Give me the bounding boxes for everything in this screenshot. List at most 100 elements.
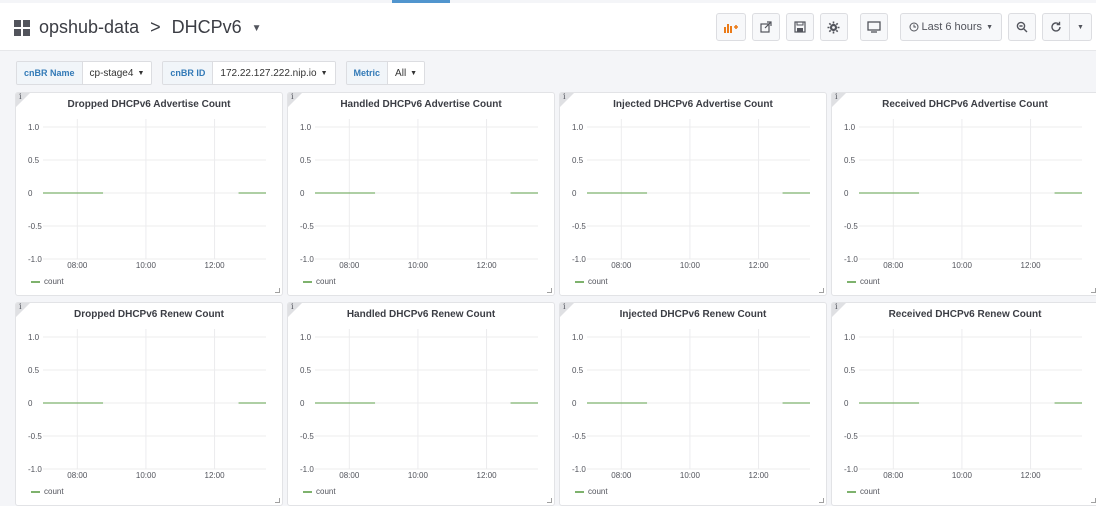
y-tick-label: 1.0: [28, 333, 40, 342]
variable-cnbr-name[interactable]: cnBR Name cp-stage4 ▼: [16, 61, 153, 85]
y-tick-label: -1.0: [572, 465, 586, 474]
y-tick-label: 1.0: [844, 123, 856, 132]
variable-label: Metric: [346, 62, 389, 84]
legend-swatch: [31, 280, 40, 283]
legend-swatch: [303, 490, 312, 493]
refresh-interval-button[interactable]: ▼: [1070, 13, 1092, 41]
y-tick-label: 0: [300, 189, 305, 198]
legend-label[interactable]: count: [860, 487, 880, 496]
caret-down-icon: ▼: [137, 69, 145, 77]
panel-resize-handle[interactable]: [819, 288, 824, 293]
y-tick-label: -1.0: [28, 465, 42, 474]
graph-plot[interactable]: 1.0 0.5 0 -0.5 -1.0 08:00 10:00 12:00: [288, 303, 555, 487]
variable-metric[interactable]: Metric All ▼: [345, 61, 426, 85]
variable-dropdown[interactable]: cp-stage4 ▼: [82, 62, 152, 84]
x-tick-label: 08:00: [883, 261, 904, 270]
caret-down-icon[interactable]: ▼: [252, 23, 262, 34]
graph-panel[interactable]: i Handled DHCPv6 Advertise Count 1.0 0.5 0 -0…: [287, 92, 555, 296]
legend-label[interactable]: count: [588, 487, 608, 496]
tv-mode-button[interactable]: [859, 13, 888, 41]
panel-resize-handle[interactable]: [819, 498, 824, 503]
legend-label[interactable]: count: [44, 487, 64, 496]
x-tick-label: 12:00: [477, 471, 498, 480]
legend-label[interactable]: count: [316, 487, 336, 496]
y-tick-label: 0: [300, 399, 305, 408]
save-icon: [793, 21, 806, 33]
y-tick-label: 0: [572, 189, 577, 198]
y-tick-label: 1.0: [572, 123, 584, 132]
graph-plot[interactable]: 1.0 0.5 0 -0.5 -1.0 08:00 10:00 12:00: [560, 303, 827, 487]
add-panel-button[interactable]: [715, 13, 746, 41]
save-button[interactable]: [785, 13, 814, 41]
x-tick-label: 12:00: [1021, 261, 1042, 270]
y-tick-label: 0: [28, 399, 33, 408]
graph-panel[interactable]: i Handled DHCPv6 Renew Count 1.0 0.5 0 -0.5 -1…: [287, 302, 555, 506]
dashboard-title[interactable]: DHCPv6: [172, 17, 242, 37]
graph-panel[interactable]: i Injected DHCPv6 Advertise Count 1.0 0.5 0-…: [559, 92, 827, 296]
y-tick-label: -0.5: [28, 432, 42, 441]
legend-label[interactable]: count: [588, 277, 608, 286]
refresh-icon: [1051, 21, 1061, 32]
dashboards-grid-icon[interactable]: [14, 19, 30, 36]
graph-panel[interactable]: i Dropped DHCPv6 Renew Count 1.0 0.5 0 -0.5 -1…: [15, 302, 283, 506]
zoom-out-button[interactable]: [1008, 13, 1036, 41]
y-tick-label: -1.0: [300, 465, 314, 474]
graph-panel[interactable]: i Received DHCPv6 Advertise Count 1.0 0.5 0-…: [831, 92, 1096, 296]
caret-down-icon: ▼: [320, 69, 328, 77]
legend-label[interactable]: count: [860, 277, 880, 286]
refresh-button[interactable]: [1042, 13, 1070, 41]
y-tick-label: -0.5: [300, 432, 314, 441]
graph-plot[interactable]: 1.0 0.5 0 -0.5 -1.0 08:00 10:00 12:00: [288, 93, 555, 277]
y-tick-label: -0.5: [572, 222, 586, 231]
x-tick-label: 08:00: [339, 471, 360, 480]
graph-plot[interactable]: 1.0 0.5 0 -0.5 -1.0 08:00 10:00 12:00: [16, 93, 283, 277]
x-tick-label: 10:00: [136, 471, 157, 480]
time-range-picker[interactable]: Last 6 hours ▼: [899, 13, 1002, 41]
x-tick-label: 12:00: [477, 261, 498, 270]
graph-panel[interactable]: i Injected DHCPv6 Renew Count 1.0 0.5 0 -0.5-…: [559, 302, 827, 506]
panel-resize-handle[interactable]: [275, 288, 280, 293]
graph-plot[interactable]: 1.0 0.5 0 -0.5 -1.0 08:00 10:00 12:00: [832, 303, 1096, 487]
legend[interactable]: count: [31, 487, 64, 496]
x-tick-label: 10:00: [408, 471, 429, 480]
y-tick-label: 0: [572, 399, 577, 408]
dashboard-breadcrumb[interactable]: opshub-data > DHCPv6 ▼: [14, 17, 262, 38]
legend-label[interactable]: count: [44, 277, 64, 286]
y-tick-label: 0.5: [300, 366, 312, 375]
y-tick-label: 0: [844, 399, 849, 408]
legend[interactable]: count: [575, 277, 608, 286]
legend[interactable]: count: [303, 277, 336, 286]
settings-button[interactable]: [819, 13, 848, 41]
graph-panel[interactable]: i Received DHCPv6 Renew Count 1.0 0.5 0 -0.5-…: [831, 302, 1096, 506]
x-tick-label: 08:00: [67, 471, 88, 480]
share-button[interactable]: [751, 13, 780, 41]
legend[interactable]: count: [575, 487, 608, 496]
x-tick-label: 08:00: [883, 471, 904, 480]
panel-resize-handle[interactable]: [275, 498, 280, 503]
breadcrumb-separator: >: [150, 17, 161, 37]
y-tick-label: 0: [844, 189, 849, 198]
panel-resize-handle[interactable]: [547, 288, 552, 293]
legend-swatch: [303, 280, 312, 283]
panel-resize-handle[interactable]: [547, 498, 552, 503]
variable-dropdown[interactable]: All ▼: [388, 62, 425, 84]
legend[interactable]: count: [31, 277, 64, 286]
x-tick-label: 10:00: [408, 261, 429, 270]
legend-label[interactable]: count: [316, 277, 336, 286]
variable-cnbr-id[interactable]: cnBR ID 172.22.127.222.nip.io ▼: [162, 61, 336, 85]
graph-plot[interactable]: 1.0 0.5 0 -0.5 -1.0 08:00 10:00 12:00: [16, 303, 283, 487]
variable-dropdown[interactable]: 172.22.127.222.nip.io ▼: [213, 62, 335, 84]
legend[interactable]: count: [847, 277, 880, 286]
graph-panel[interactable]: i Dropped DHCPv6 Advertise Count 1.0 0.5 0 -0…: [15, 92, 283, 296]
legend[interactable]: count: [847, 487, 880, 496]
graph-plot[interactable]: 1.0 0.5 0 -0.5 -1.0 08:00 10:00 12:00: [832, 93, 1096, 277]
x-tick-label: 08:00: [67, 261, 88, 270]
dashboard-folder[interactable]: opshub-data: [39, 17, 139, 37]
panel-resize-handle[interactable]: [1091, 498, 1096, 503]
legend[interactable]: count: [303, 487, 336, 496]
tv-mode-icon: [866, 21, 881, 33]
panel-resize-handle[interactable]: [1091, 288, 1096, 293]
variable-label: cnBR Name: [17, 62, 83, 84]
y-tick-label: 0.5: [28, 366, 40, 375]
graph-plot[interactable]: 1.0 0.5 0 -0.5 -1.0 08:00 10:00 12:00: [560, 93, 827, 277]
